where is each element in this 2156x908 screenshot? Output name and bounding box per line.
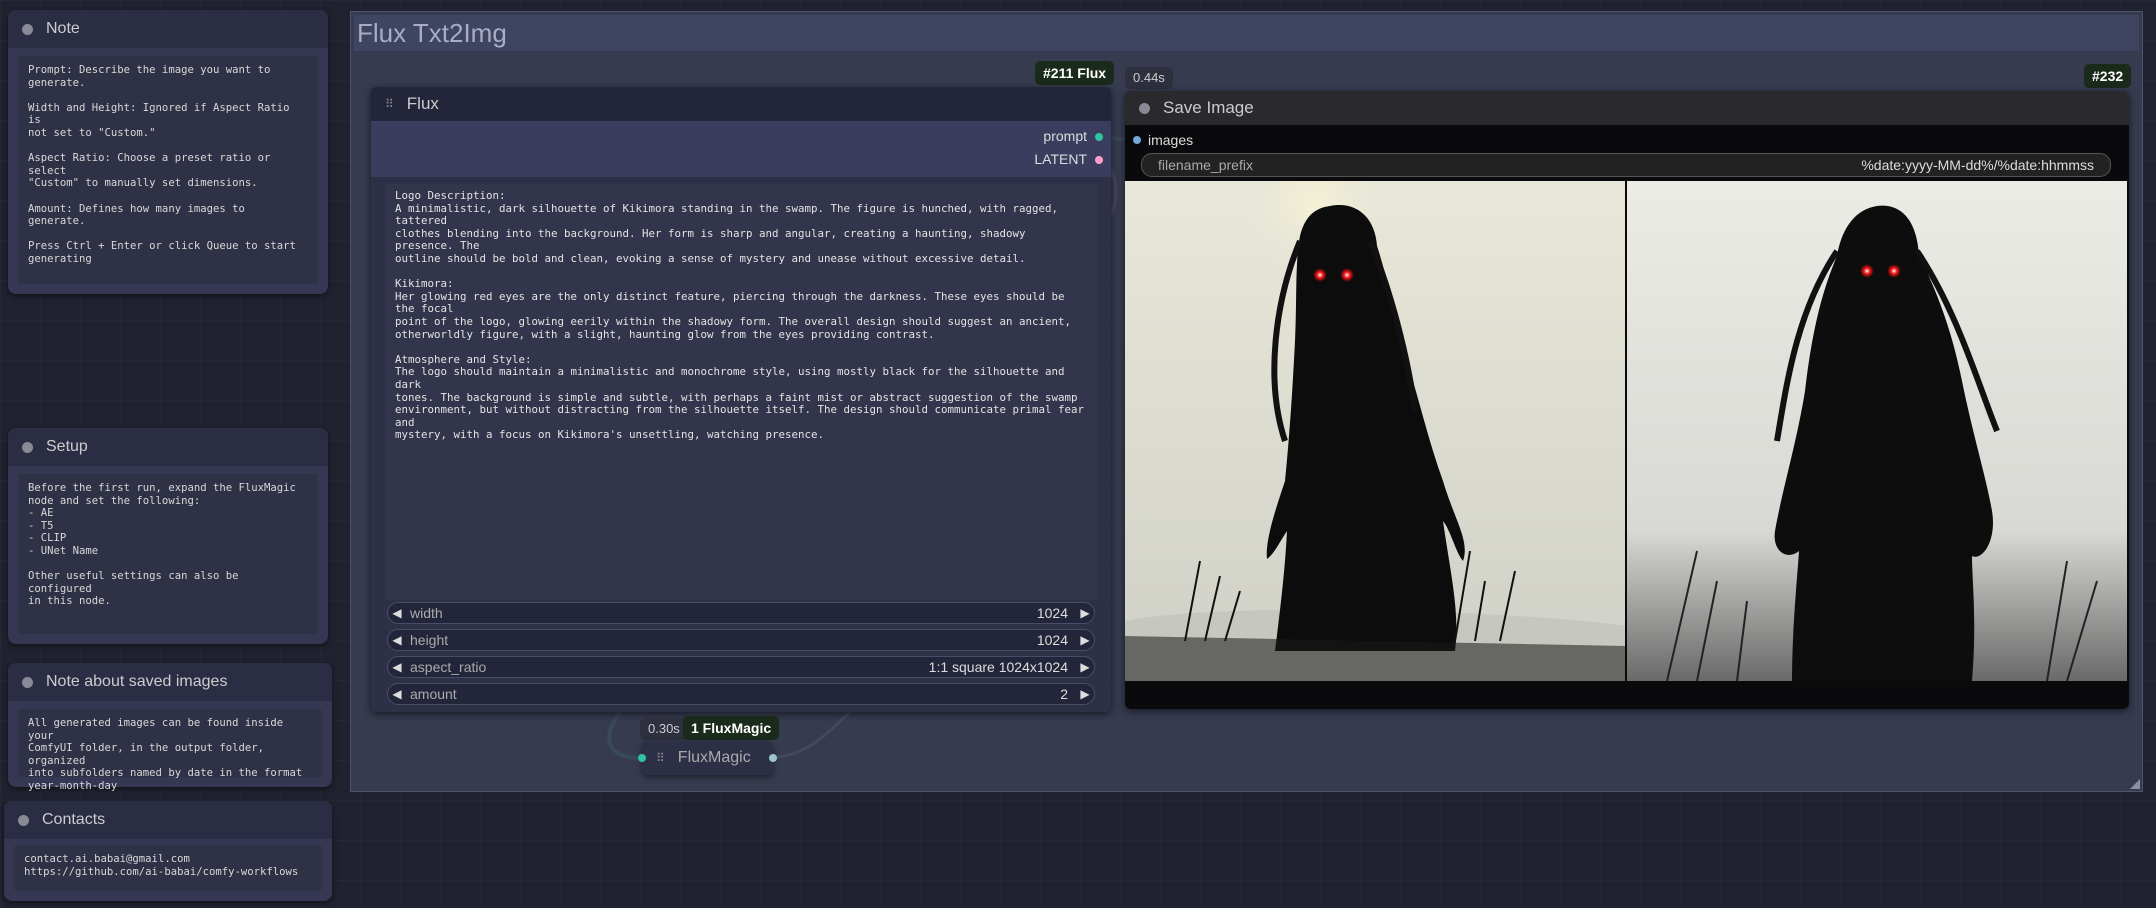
note-text[interactable]: Prompt: Describe the image you want to g… [18, 56, 318, 284]
flux-magic-title: FluxMagic [677, 749, 751, 766]
saved-images-text[interactable]: All generated images can be found inside… [18, 709, 322, 792]
setup-header[interactable]: Setup [8, 428, 328, 466]
aspect-ratio-widget[interactable]: ◀ aspect_ratio 1:1 square 1024x1024 ▶ [387, 656, 1095, 678]
save-node-header[interactable]: Save Image [1125, 91, 2129, 125]
note-header[interactable]: Note [8, 10, 328, 48]
collapse-dot-icon[interactable] [18, 814, 29, 826]
filename-prefix-label: filename_prefix [1158, 157, 1253, 173]
filename-prefix-widget[interactable]: filename_prefix %date:yyyy-MM-dd%/%date:… [1141, 153, 2111, 177]
output-latent-label: LATENT [1034, 151, 1087, 167]
output-prompt-slot[interactable] [1095, 133, 1103, 141]
width-label: width [410, 605, 443, 621]
aspect-ratio-value: 1:1 square 1024x1024 [928, 659, 1068, 675]
increment-arrow-icon[interactable]: ▶ [1076, 633, 1094, 647]
output-image-1[interactable] [1125, 181, 1625, 681]
drag-grip-icon[interactable]: ⠿ [656, 751, 665, 765]
setup-title: Setup [46, 438, 88, 455]
flux-node-badge: #211 Flux [1035, 61, 1115, 85]
magic-node-time: 0.30s [640, 718, 688, 740]
flux-node-header[interactable]: ⠿ Flux [371, 87, 1111, 121]
flux-node-title: Flux [406, 94, 439, 113]
prompt-textarea[interactable]: Logo Description: A minimalistic, dark s… [385, 184, 1097, 600]
aspect-ratio-label: aspect_ratio [410, 659, 487, 675]
save-node-title: Save Image [1163, 98, 1254, 117]
increment-arrow-icon[interactable]: ▶ [1076, 660, 1094, 674]
collapse-dot-icon[interactable] [22, 23, 33, 35]
height-widget[interactable]: ◀ height 1024 ▶ [387, 629, 1095, 651]
decrement-arrow-icon[interactable]: ◀ [388, 660, 406, 674]
input-images-label: images [1148, 132, 1194, 148]
input-images-slot[interactable] [1133, 136, 1141, 144]
decrement-arrow-icon[interactable]: ◀ [388, 633, 406, 647]
collapse-dot-icon[interactable] [22, 676, 33, 688]
output-latent-slot[interactable] [1095, 156, 1103, 164]
output-prompt-label: prompt [1043, 128, 1087, 144]
flux-magic-node[interactable]: ⠿ FluxMagic [638, 741, 777, 775]
contacts-node[interactable]: Contacts contact.ai.babai@gmail.com http… [4, 801, 332, 901]
collapse-dot-icon[interactable] [1139, 102, 1150, 114]
height-value: 1024 [1036, 632, 1068, 648]
saved-images-title: Note about saved images [46, 673, 228, 690]
drag-grip-icon[interactable]: ⠿ [385, 97, 394, 111]
save-node-badge: #232 [2084, 64, 2132, 88]
amount-label: amount [410, 686, 457, 702]
save-node-time: 0.44s [1125, 67, 1173, 89]
flux-node[interactable]: ⠿ Flux prompt LATENT Logo Description: A… [371, 87, 1111, 712]
save-image-node[interactable]: Save Image images filename_prefix %date:… [1125, 91, 2129, 709]
collapse-dot-icon[interactable] [22, 441, 33, 453]
output-slot[interactable] [769, 754, 777, 762]
filename-prefix-value: %date:yyyy-MM-dd%/%date:hhmmss [1861, 157, 2094, 173]
contacts-text[interactable]: contact.ai.babai@gmail.com https://githu… [14, 845, 322, 891]
decrement-arrow-icon[interactable]: ◀ [388, 606, 406, 620]
width-value: 1024 [1036, 605, 1068, 621]
group-title[interactable]: Flux Txt2Img [354, 15, 2139, 51]
height-label: height [410, 632, 449, 648]
output-image-2[interactable] [1627, 181, 2127, 681]
increment-arrow-icon[interactable]: ▶ [1076, 606, 1094, 620]
saved-images-note-node[interactable]: Note about saved images All generated im… [8, 663, 332, 792]
contacts-title: Contacts [42, 811, 106, 828]
saved-images-header[interactable]: Note about saved images [8, 663, 332, 701]
amount-widget[interactable]: ◀ amount 2 ▶ [387, 683, 1095, 705]
amount-value: 2 [1060, 686, 1068, 702]
setup-text[interactable]: Before the first run, expand the FluxMag… [18, 474, 318, 634]
group-resize-handle[interactable] [2130, 779, 2140, 789]
decrement-arrow-icon[interactable]: ◀ [388, 687, 406, 701]
contacts-header[interactable]: Contacts [4, 801, 332, 839]
width-widget[interactable]: ◀ width 1024 ▶ [387, 602, 1095, 624]
note-node[interactable]: Note Prompt: Describe the image you want… [8, 10, 328, 294]
input-slot[interactable] [638, 754, 646, 762]
note-title: Note [46, 20, 80, 37]
increment-arrow-icon[interactable]: ▶ [1076, 687, 1094, 701]
magic-node-badge: 1 FluxMagic [683, 716, 780, 740]
setup-node[interactable]: Setup Before the first run, expand the F… [8, 428, 328, 644]
